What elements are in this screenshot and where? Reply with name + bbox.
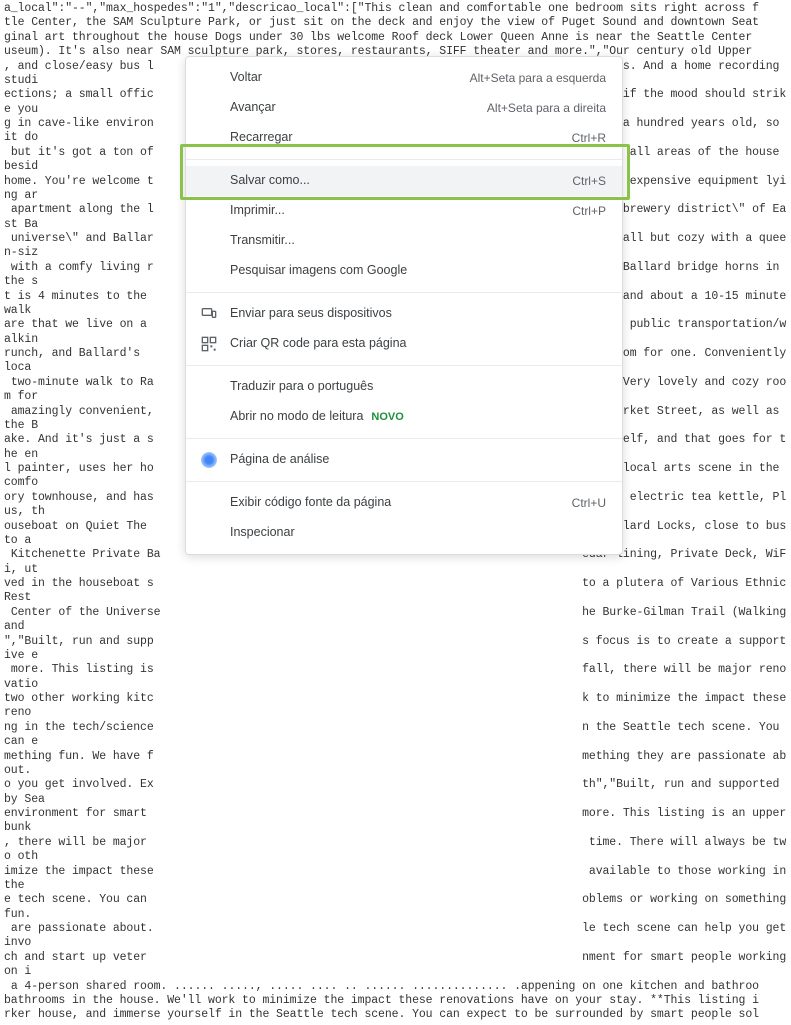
menu-label: Traduzir para o português <box>230 379 606 395</box>
menu-label: Transmitir... <box>230 233 606 249</box>
qr-icon <box>200 335 218 353</box>
menu-separator <box>186 159 622 160</box>
menu-label: Voltar <box>230 70 470 86</box>
menu-cast[interactable]: Transmitir... <box>186 226 622 256</box>
menu-label: Avançar <box>230 100 487 116</box>
menu-label: Imprimir... <box>230 203 572 219</box>
menu-separator <box>186 438 622 439</box>
menu-create-qr[interactable]: Criar QR code para esta página <box>186 329 622 359</box>
menu-inspect[interactable]: Inspecionar <box>186 518 622 548</box>
menu-shortcut: Ctrl+P <box>572 204 606 219</box>
novo-badge: NOVO <box>371 411 403 425</box>
menu-separator <box>186 365 622 366</box>
menu-back[interactable]: Voltar Alt+Seta para a esquerda <box>186 63 622 93</box>
menu-search-images[interactable]: Pesquisar imagens com Google <box>186 256 622 286</box>
menu-label: Enviar para seus dispositivos <box>230 306 606 322</box>
menu-shortcut: Ctrl+U <box>572 496 606 511</box>
menu-view-source[interactable]: Exibir código fonte da página Ctrl+U <box>186 488 622 518</box>
menu-separator <box>186 481 622 482</box>
menu-forward[interactable]: Avançar Alt+Seta para a direita <box>186 93 622 123</box>
menu-shortcut: Alt+Seta para a direita <box>487 101 606 116</box>
menu-label: Abrir no modo de leituraNOVO <box>230 409 606 425</box>
menu-label: Página de análise <box>230 452 606 468</box>
menu-shortcut: Alt+Seta para a esquerda <box>470 71 606 86</box>
menu-translate[interactable]: Traduzir para o português <box>186 372 622 402</box>
menu-label: Salvar como... <box>230 173 572 189</box>
analysis-icon <box>200 451 218 469</box>
menu-shortcut: Ctrl+S <box>572 174 606 189</box>
menu-reload[interactable]: Recarregar Ctrl+R <box>186 123 622 153</box>
context-menu: Voltar Alt+Seta para a esquerda Avançar … <box>185 56 623 555</box>
menu-label: Inspecionar <box>230 525 606 541</box>
devices-icon <box>200 305 218 323</box>
menu-save-as[interactable]: Salvar como... Ctrl+S <box>186 166 622 196</box>
menu-send-to-devices[interactable]: Enviar para seus dispositivos <box>186 299 622 329</box>
menu-shortcut: Ctrl+R <box>572 131 606 146</box>
menu-analysis-page[interactable]: Página de análise <box>186 445 622 475</box>
menu-label: Recarregar <box>230 130 572 146</box>
menu-label: Pesquisar imagens com Google <box>230 263 606 279</box>
menu-reader-mode[interactable]: Abrir no modo de leituraNOVO <box>186 402 622 432</box>
menu-label: Exibir código fonte da página <box>230 495 572 511</box>
menu-label: Criar QR code para esta página <box>230 336 606 352</box>
menu-print[interactable]: Imprimir... Ctrl+P <box>186 196 622 226</box>
menu-separator <box>186 292 622 293</box>
